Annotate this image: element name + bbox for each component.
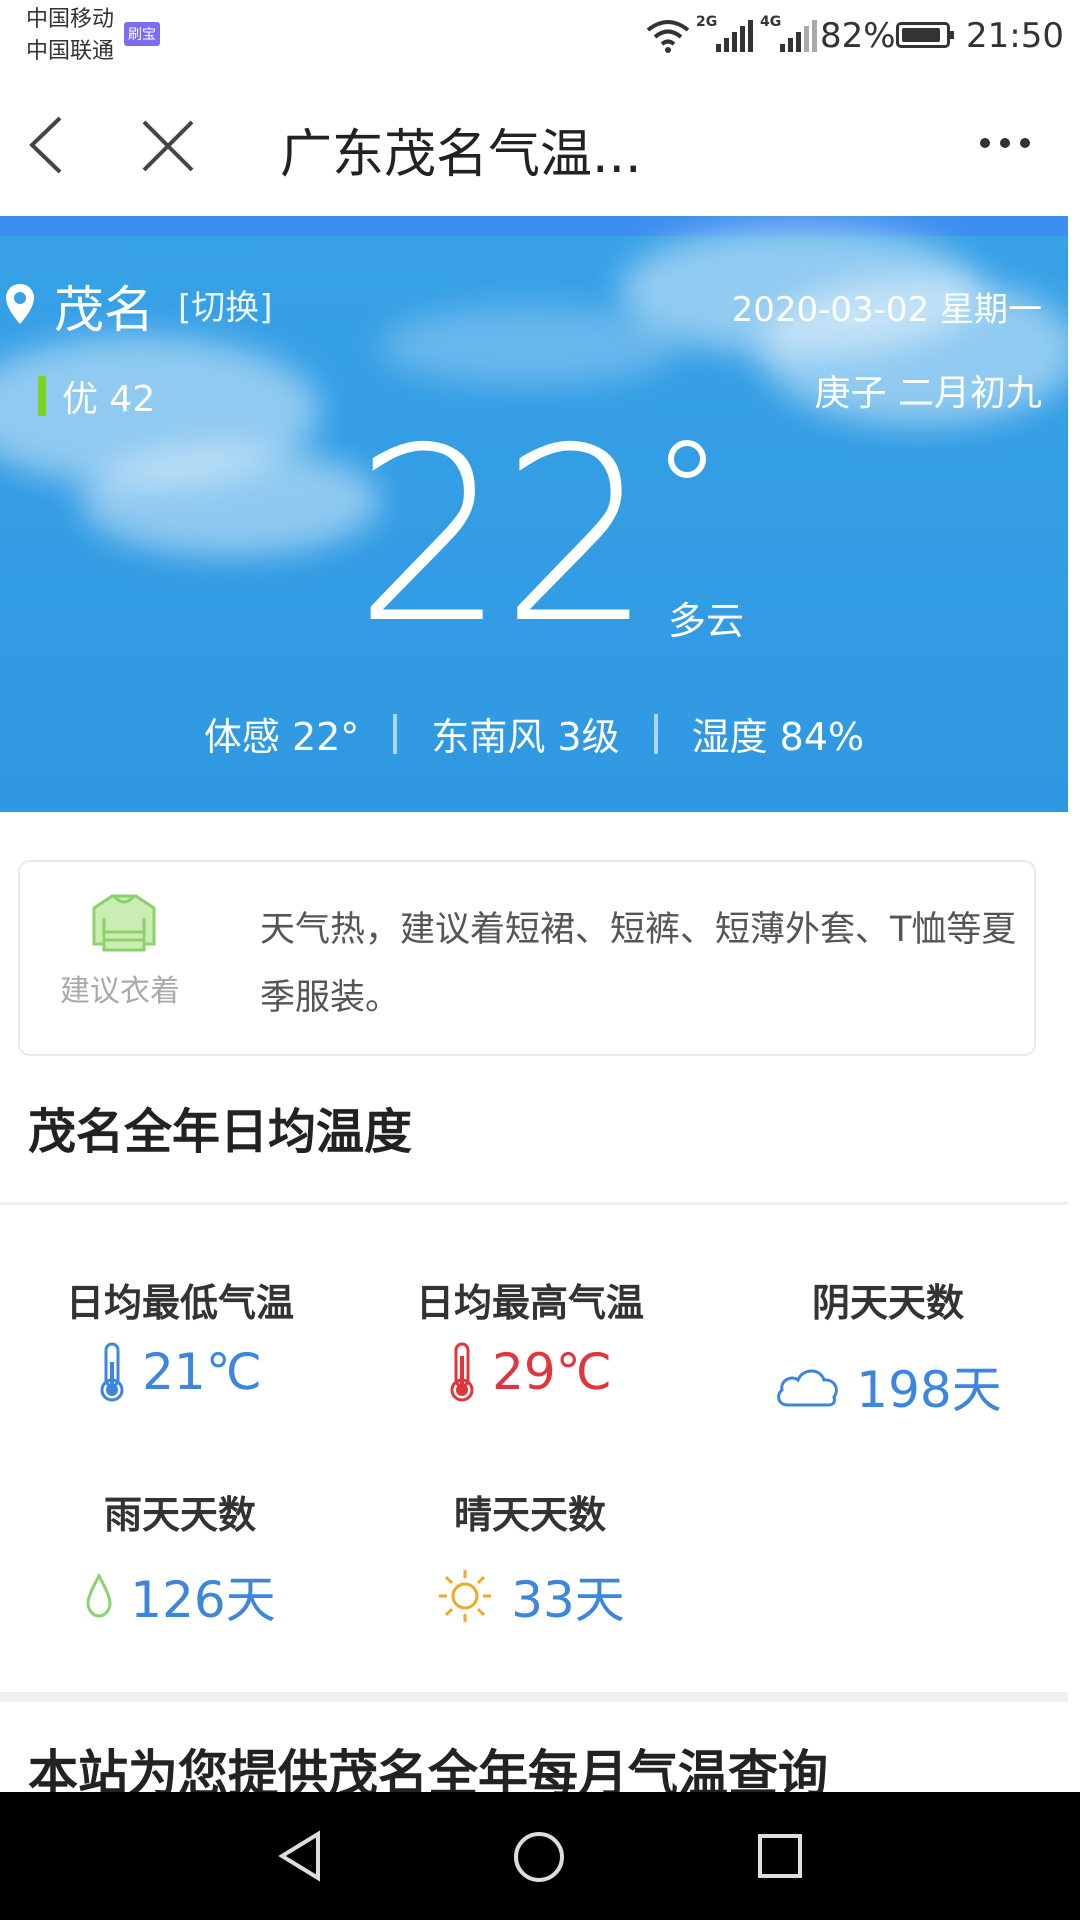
battery-percent: 82% [820,16,896,56]
section-separator [0,1692,1068,1702]
section-divider [0,1202,1068,1205]
stat-max-temp: 29℃ [350,1342,710,1402]
status-bar: 中国移动 中国联通 刷宝 2G 4G 82% 21:50 [0,0,1080,78]
city-name: 茂名 [54,281,154,339]
network-4g: 4G [760,14,782,30]
stat-value: 29℃ [492,1343,612,1401]
close-icon[interactable] [140,118,196,174]
stat-min-temp: 21℃ [0,1342,360,1402]
current-temperature: 22 [354,396,653,676]
hero-top-strip [0,216,1068,236]
clock: 21:50 [966,16,1064,56]
feels-like: 体感 22° [203,715,360,759]
stat-value: 33天 [511,1571,625,1629]
network-2g: 2G [696,14,718,30]
wifi-icon [646,20,690,53]
cloud-icon [777,1369,839,1407]
raindrop-icon [86,1573,112,1618]
switch-city-link[interactable]: [切换] [178,280,273,329]
advice-text: 天气热，建议着短裙、短裤、短薄外套、T恤等夏季服装。 [260,910,1017,1018]
stat-sunny-days: 33天 [350,1560,710,1632]
sun-icon [439,1570,492,1622]
page-title: 广东茂名气温... [280,125,642,185]
advice-label: 建议衣着 [60,974,180,1009]
weather-details: 体感 22° 东南风 3级 湿度 84% [0,706,1068,761]
clothing-advice-card: 建议衣着 天气热，建议着短裙、短裤、短薄外套、T恤等夏季服装。 [18,860,1036,1056]
nav-bar: 广东茂名气温... [0,78,1080,216]
stat-value: 126天 [130,1571,276,1629]
app-badge: 刷宝 [124,22,160,46]
system-navigation-bar [0,1792,1080,1920]
divider [393,713,398,754]
thermometer-hot-icon [450,1342,474,1402]
aqi-text: 优 42 [62,379,156,420]
stat-value: 21℃ [142,1343,262,1401]
lunar-date: 庚子 二月初九 [814,373,1042,414]
more-menu-icon[interactable] [980,138,1030,148]
stat-label-max-temp: 日均最高气温 [415,1281,644,1325]
stat-rainy-days: 126天 [0,1560,360,1632]
stat-label-cloudy-days: 阴天天数 [811,1281,964,1325]
carrier-2: 中国联通 [26,39,115,64]
weather-hero: 茂名 [切换] 2020-03-02 星期一 庚子 二月初九 优 42 22 多… [0,216,1068,812]
aqi-indicator [38,376,46,416]
system-recents-icon[interactable] [756,1832,804,1880]
humidity: 湿度 84% [691,715,865,759]
carrier-1: 中国移动 [26,7,115,32]
weather-condition: 多云 [668,599,745,643]
system-home-icon[interactable] [512,1830,566,1884]
battery-icon [896,22,954,48]
stat-label-rainy-days: 雨天天数 [103,1493,256,1537]
stat-label-min-temp: 日均最低气温 [65,1281,294,1325]
date-text: 2020-03-02 星期一 [731,290,1042,330]
divider [653,713,658,754]
signal-icon [716,20,753,52]
sweater-icon [92,894,156,952]
wind: 东南风 3级 [431,715,620,759]
section-title: 茂名全年日均温度 [28,1104,413,1160]
stat-value: 198天 [856,1361,1002,1419]
location-pin-icon [6,284,34,324]
stat-label-sunny-days: 晴天天数 [453,1493,606,1537]
system-back-icon[interactable] [276,1830,324,1882]
thermometer-cold-icon [100,1342,124,1402]
stat-cloudy-days: 198天 [708,1350,1068,1422]
signal-icon-2 [780,20,817,52]
degree-symbol [668,440,706,478]
back-arrow-icon[interactable] [26,114,66,176]
